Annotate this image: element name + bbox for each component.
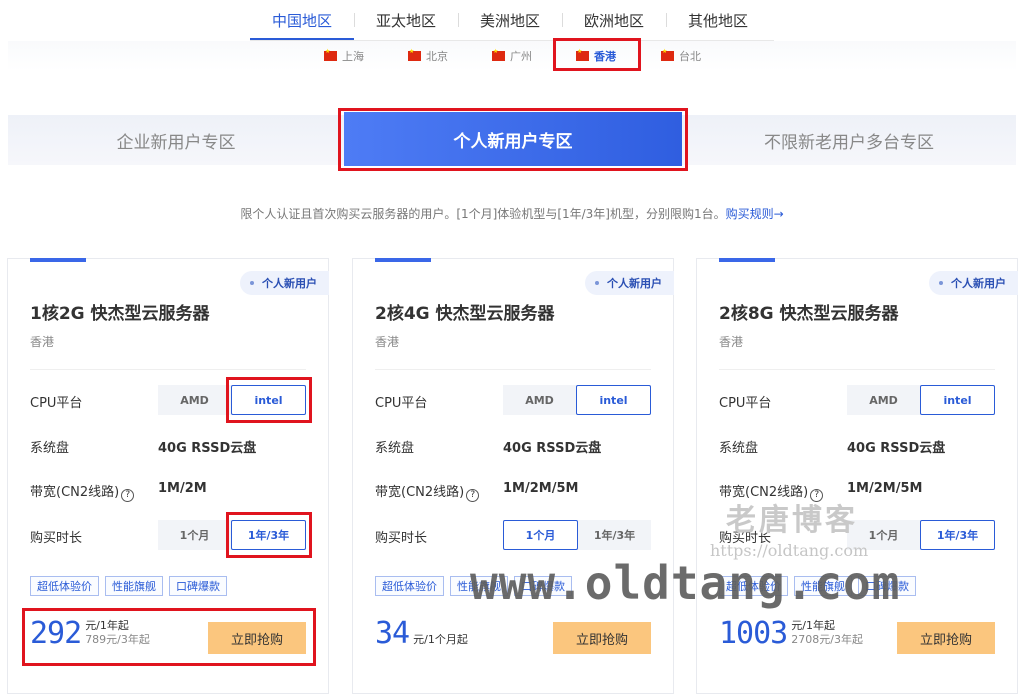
- purchase-rules-link[interactable]: 购买规则→: [726, 207, 784, 221]
- card-title: 2核8G 快杰型云服务器: [719, 304, 899, 324]
- card-location: 香港: [30, 335, 55, 349]
- feature-tag: 性能旗舰: [105, 576, 163, 596]
- city-shanghai[interactable]: 上海: [324, 46, 364, 66]
- feature-tag: 超低体验价: [375, 576, 444, 596]
- region-tab-europe[interactable]: 欧洲地区: [562, 0, 666, 40]
- bandwidth-value: 1M/2M/5M: [503, 481, 579, 496]
- cpu-option-intel[interactable]: intel: [920, 385, 995, 415]
- bandwidth-label: 带宽(CN2线路)?: [30, 481, 135, 502]
- duration-label: 购买时长: [30, 531, 83, 546]
- price-amount: 1003: [719, 616, 788, 651]
- card-location: 香港: [719, 335, 744, 349]
- cpu-selector: AMD intel: [503, 385, 651, 415]
- china-flag-icon: [324, 48, 337, 61]
- card-accent-bar: [719, 258, 775, 262]
- cpu-label: CPU平台: [375, 396, 428, 411]
- price-unit: 元/1年起: [791, 619, 835, 632]
- buy-button[interactable]: 立即抢购: [553, 622, 651, 654]
- cpu-option-amd[interactable]: AMD: [847, 385, 920, 415]
- china-flag-icon: [661, 48, 674, 61]
- duration-selector: 1个月 1年/3年: [503, 520, 651, 550]
- card-accent-bar: [30, 258, 86, 262]
- cpu-option-amd[interactable]: AMD: [158, 385, 231, 415]
- disk-value: 40G RSSD云盘: [158, 441, 257, 456]
- price: 1003 元/1年起 2708元/3年起: [719, 617, 863, 651]
- cpu-label: CPU平台: [30, 396, 83, 411]
- product-card: 个人新用户 2核8G 快杰型云服务器 香港 CPU平台 AMD intel 系统…: [696, 258, 1018, 694]
- help-icon[interactable]: ?: [466, 489, 480, 502]
- purchase-notice: 限个人认证且首次购买云服务器的用户。[1个月]体验机型与[1年/3年]机型，分别…: [240, 207, 784, 221]
- zone-tab-enterprise[interactable]: 企业新用户专区: [8, 115, 344, 165]
- personal-user-badge: 个人新用户: [240, 271, 329, 295]
- watermark-main: www.oldtang.com: [470, 556, 901, 610]
- bandwidth-value: 1M/2M/5M: [847, 481, 923, 496]
- china-flag-icon: [492, 48, 505, 61]
- price-amount: 34: [375, 616, 410, 651]
- card-location: 香港: [375, 335, 400, 349]
- buy-button[interactable]: 立即抢购: [897, 622, 995, 654]
- highlight-box: [553, 38, 641, 71]
- region-tab-asia-pacific[interactable]: 亚太地区: [354, 0, 458, 40]
- disk-label: 系统盘: [30, 441, 70, 456]
- price-sub: 2708元/3年起: [791, 633, 863, 646]
- disk-label: 系统盘: [375, 441, 415, 456]
- help-icon[interactable]: ?: [121, 489, 135, 502]
- region-tab-china[interactable]: 中国地区: [250, 0, 354, 40]
- duration-label: 购买时长: [375, 531, 428, 546]
- feature-tags: 超低体验价 性能旗舰 口碑爆款: [30, 576, 227, 596]
- watermark-cn: 老唐博客: [726, 503, 858, 538]
- disk-value: 40G RSSD云盘: [503, 441, 602, 456]
- duration-option-year[interactable]: 1年/3年: [578, 520, 651, 550]
- highlight-box: [338, 108, 688, 171]
- city-taipei[interactable]: 台北: [661, 46, 701, 66]
- zone-tab-unlimited[interactable]: 不限新老用户多台专区: [682, 115, 1016, 165]
- product-card: 个人新用户 2核4G 快杰型云服务器 香港 CPU平台 AMD intel 系统…: [352, 258, 674, 694]
- card-divider: [30, 369, 306, 370]
- bandwidth-value: 1M/2M: [158, 481, 207, 496]
- china-flag-icon: [408, 48, 421, 61]
- personal-user-badge: 个人新用户: [585, 271, 674, 295]
- highlight-box: [226, 512, 312, 558]
- card-divider: [719, 369, 995, 370]
- card-divider: [375, 369, 651, 370]
- region-tab-americas[interactable]: 美洲地区: [458, 0, 562, 40]
- card-title: 1核2G 快杰型云服务器: [30, 304, 210, 324]
- bandwidth-label: 带宽(CN2线路)?: [375, 481, 480, 502]
- price-unit: 元/1个月起: [413, 633, 468, 646]
- duration-selector: 1个月 1年/3年: [847, 520, 995, 550]
- cpu-option-intel[interactable]: intel: [576, 385, 651, 415]
- disk-label: 系统盘: [719, 441, 759, 456]
- card-title: 2核4G 快杰型云服务器: [375, 304, 555, 324]
- feature-tag: 超低体验价: [30, 576, 99, 596]
- cpu-label: CPU平台: [719, 396, 772, 411]
- feature-tag: 口碑爆款: [169, 576, 227, 596]
- city-beijing[interactable]: 北京: [408, 46, 448, 66]
- city-guangzhou[interactable]: 广州: [492, 46, 532, 66]
- duration-option-year[interactable]: 1年/3年: [920, 520, 995, 550]
- disk-value: 40G RSSD云盘: [847, 441, 946, 456]
- card-accent-bar: [375, 258, 431, 262]
- cpu-option-amd[interactable]: AMD: [503, 385, 576, 415]
- duration-option-month[interactable]: 1个月: [158, 520, 231, 550]
- product-card: 个人新用户 1核2G 快杰型云服务器 香港 CPU平台 AMD intel 系统…: [7, 258, 329, 694]
- duration-option-month[interactable]: 1个月: [503, 520, 578, 550]
- region-tabs: 中国地区 亚太地区 美洲地区 欧洲地区 其他地区: [250, 0, 770, 40]
- region-tab-other[interactable]: 其他地区: [666, 0, 770, 40]
- price: 34 元/1个月起: [375, 617, 468, 651]
- highlight-box: [226, 377, 312, 423]
- personal-user-badge: 个人新用户: [929, 271, 1018, 295]
- highlight-box: [22, 608, 316, 666]
- cpu-selector: AMD intel: [847, 385, 995, 415]
